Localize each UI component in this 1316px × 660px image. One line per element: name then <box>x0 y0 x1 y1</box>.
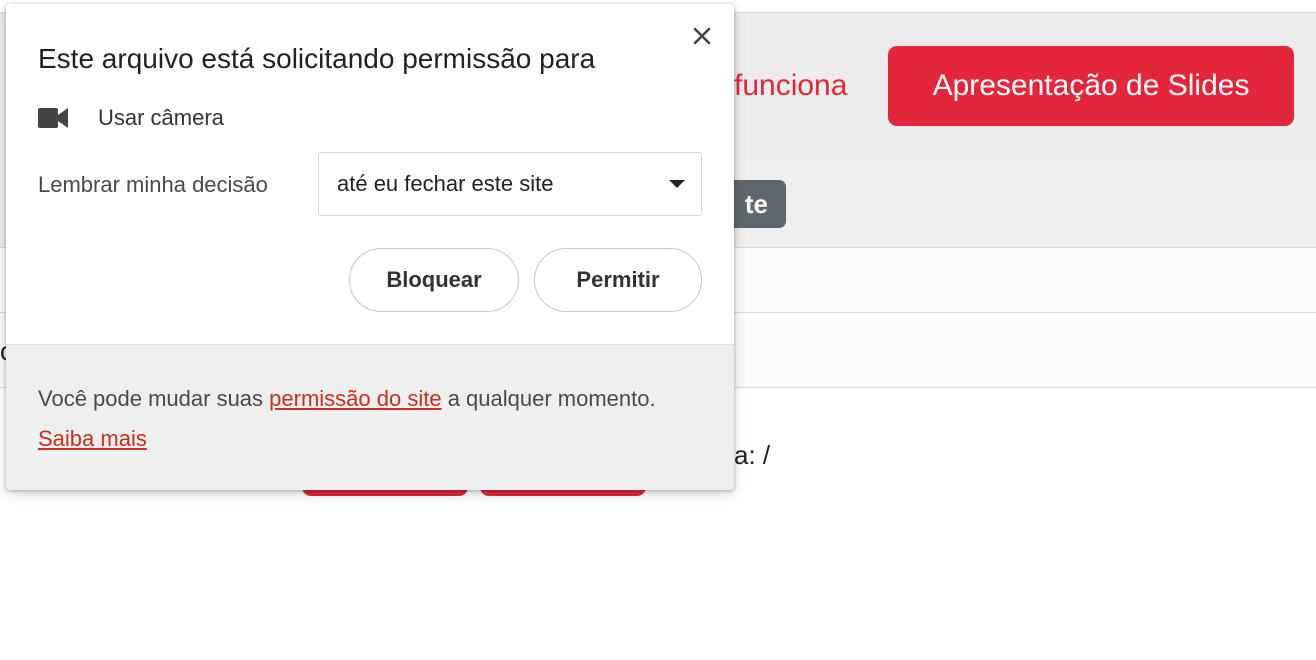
dialog-footer: Você pode mudar suas permissão do site a… <box>6 344 734 490</box>
learn-more-link[interactable]: Saiba mais <box>38 426 147 451</box>
remember-decision-value: até eu fechar este site <box>337 171 554 196</box>
permission-row: Usar câmera <box>38 100 224 136</box>
footer-text: Você pode mudar suas permissão do site a… <box>38 379 678 459</box>
block-button[interactable]: Bloquear <box>349 248 519 312</box>
background-header-link[interactable]: funciona <box>734 66 847 106</box>
allow-button[interactable]: Permitir <box>534 248 702 312</box>
close-button[interactable] <box>686 20 718 52</box>
remember-decision-select[interactable]: até eu fechar este site <box>318 152 702 216</box>
close-icon <box>693 27 711 45</box>
remember-decision-label: Lembrar minha decisão <box>38 172 268 197</box>
permission-label: Usar câmera <box>98 105 224 130</box>
footer-text-middle: a qualquer momento. <box>441 386 656 411</box>
footer-text-before: Você pode mudar suas <box>38 386 270 411</box>
chevron-down-icon <box>669 180 685 188</box>
permission-dialog: Este arquivo está solicitando permissão … <box>6 4 734 490</box>
dialog-title: Este arquivo está solicitando permissão … <box>38 43 596 74</box>
site-permission-link[interactable]: permissão do site <box>269 386 441 411</box>
background-content-text: a: / <box>734 440 771 470</box>
slideshow-button[interactable]: Apresentação de Slides <box>888 46 1294 126</box>
camera-icon <box>38 100 78 136</box>
page: funciona Apresentação de Slides te c a: … <box>0 0 1316 660</box>
